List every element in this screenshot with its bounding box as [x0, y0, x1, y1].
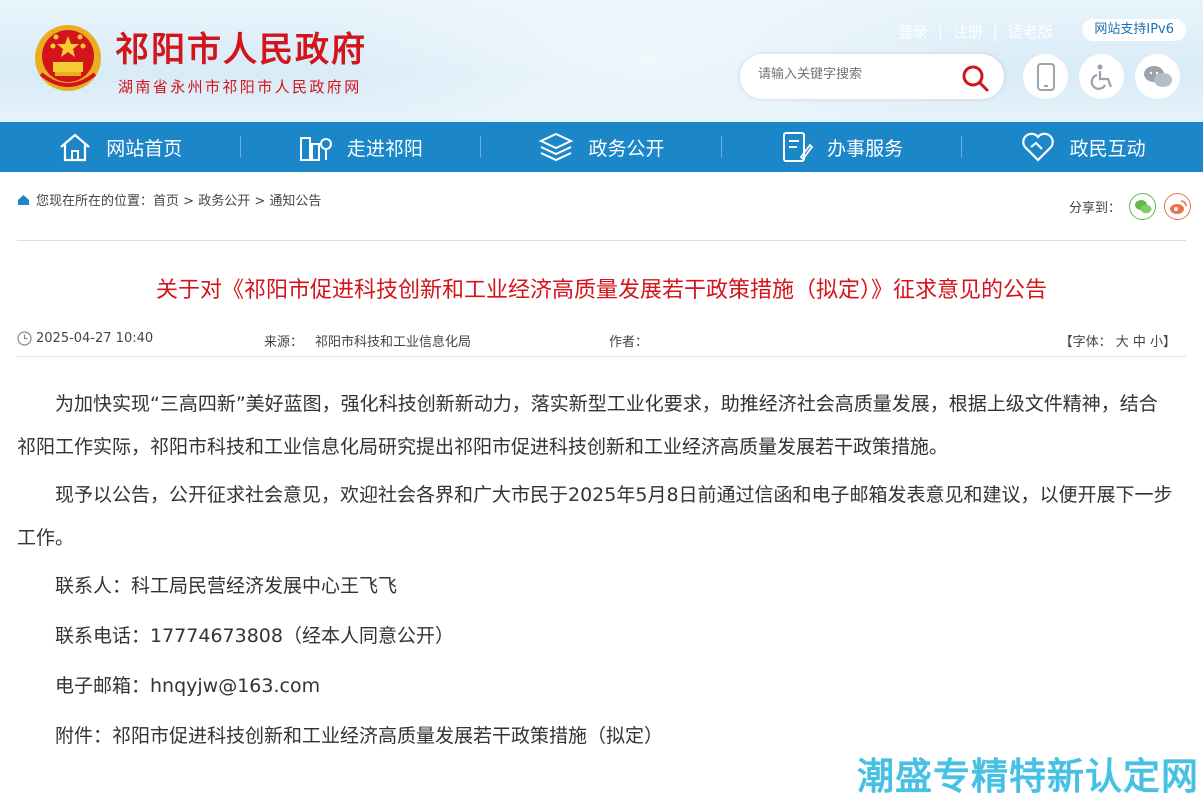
breadcrumb-home[interactable]: 首页 — [153, 194, 179, 209]
author-label: 作者： — [609, 335, 649, 350]
search-box — [740, 54, 1004, 99]
share-weibo-button[interactable] — [1164, 193, 1191, 220]
search-input[interactable] — [758, 67, 958, 82]
mobile-icon — [1036, 62, 1055, 91]
nav-item-interaction[interactable]: 政民互动 — [962, 122, 1203, 172]
breadcrumb-prefix: 您现在所在的位置： — [36, 194, 154, 209]
wheelchair-icon — [1090, 64, 1112, 90]
nav-label: 政务公开 — [588, 137, 665, 160]
heart-handshake-icon — [1021, 132, 1054, 162]
breadcrumb: 您现在所在的位置：首页 > 政务公开 > 通知公告 — [17, 190, 321, 209]
wechat-icon — [1134, 199, 1151, 213]
contact-person: 联系人：科工局民营经济发展中心王飞飞 — [55, 575, 398, 597]
accessibility-button[interactable] — [1079, 54, 1124, 99]
nav-item-government-affairs[interactable]: 政务公开 — [481, 122, 722, 172]
wechat-icon — [1143, 65, 1172, 87]
font-size-control[interactable]: 【字体： 大 中 小】 — [1060, 331, 1176, 350]
city-icon — [299, 137, 332, 161]
nav-label: 网站首页 — [106, 137, 183, 160]
publish-date: 2025-04-27 10:40 — [36, 331, 154, 346]
mobile-button[interactable] — [1023, 54, 1068, 99]
clock-icon — [17, 331, 32, 346]
nav-item-home[interactable]: 网站首页 — [0, 122, 241, 172]
source-label: 来源： — [264, 335, 304, 350]
elderly-mode-link[interactable]: 适老版 — [1008, 21, 1053, 42]
site-header: 祁阳市人民政府 湖南省永州市祁阳市人民政府网 登录 | 注册 | 适老版 网站支… — [0, 0, 1203, 122]
source-value: 祁阳市科技和工业信息化局 — [315, 335, 472, 350]
nav-label: 政民互动 — [1069, 137, 1146, 160]
layers-icon — [539, 132, 574, 162]
site-subtitle: 湖南省永州市祁阳市人民政府网 — [118, 78, 362, 96]
national-emblem-icon — [35, 25, 101, 91]
article-meta: 2025-04-27 10:40 来源： 祁阳市科技和工业信息化局 作者： 【字体… — [17, 331, 1186, 357]
site-title[interactable]: 祁阳市人民政府 — [115, 22, 367, 71]
main-nav: 网站首页 走进祁阳 政务公开 办事服务 政民互动 — [0, 122, 1203, 172]
home-icon — [18, 194, 29, 205]
divider — [17, 240, 1186, 241]
nav-label: 办事服务 — [827, 137, 904, 160]
document-edit-icon — [783, 132, 814, 162]
article-body: 为加快实现“三高四新”美好蓝图，强化科技创新新动力，落实新型工业化要求，助推经济… — [17, 383, 1175, 765]
watermark: 潮盛专精特新认定网 — [857, 755, 1199, 798]
article-title: 关于对《祁阳市促进科技创新和工业经济高质量发展若干政策措施（拟定）》征求意见的公… — [155, 278, 1047, 303]
share-wechat-button[interactable] — [1129, 193, 1156, 220]
paragraph: 现予以公告，公开征求社会意见，欢迎社会各界和广大市民于2025年5月8日前通过信… — [17, 484, 1173, 549]
breadcrumb-notices[interactable]: 通知公告 — [269, 194, 321, 209]
weibo-icon — [1169, 199, 1187, 214]
nav-label: 走进祁阳 — [346, 137, 423, 160]
search-icon[interactable] — [960, 63, 990, 93]
home-icon — [60, 133, 90, 162]
breadcrumb-gov-affairs[interactable]: 政务公开 — [198, 194, 250, 209]
paragraph: 为加快实现“三高四新”美好蓝图，强化科技创新新动力，落实新型工业化要求，助推经济… — [17, 393, 1158, 458]
share-label: 分享到： — [1068, 201, 1121, 216]
ipv6-badge: 网站支持IPv6 — [1082, 19, 1186, 41]
contact-phone: 联系电话：17774673808（经本人同意公开） — [55, 625, 454, 647]
nav-item-services[interactable]: 办事服务 — [722, 122, 963, 172]
top-links: 登录 | 注册 | 适老版 — [897, 21, 1053, 42]
nav-item-about-qiyang[interactable]: 走进祁阳 — [241, 122, 482, 172]
contact-email: 电子邮箱：hnqyjw@163.com — [55, 675, 321, 697]
register-link[interactable]: 注册 — [953, 21, 983, 42]
wechat-button[interactable] — [1135, 54, 1180, 99]
share-bar: 分享到： — [1069, 193, 1191, 220]
login-link[interactable]: 登录 — [898, 21, 928, 42]
